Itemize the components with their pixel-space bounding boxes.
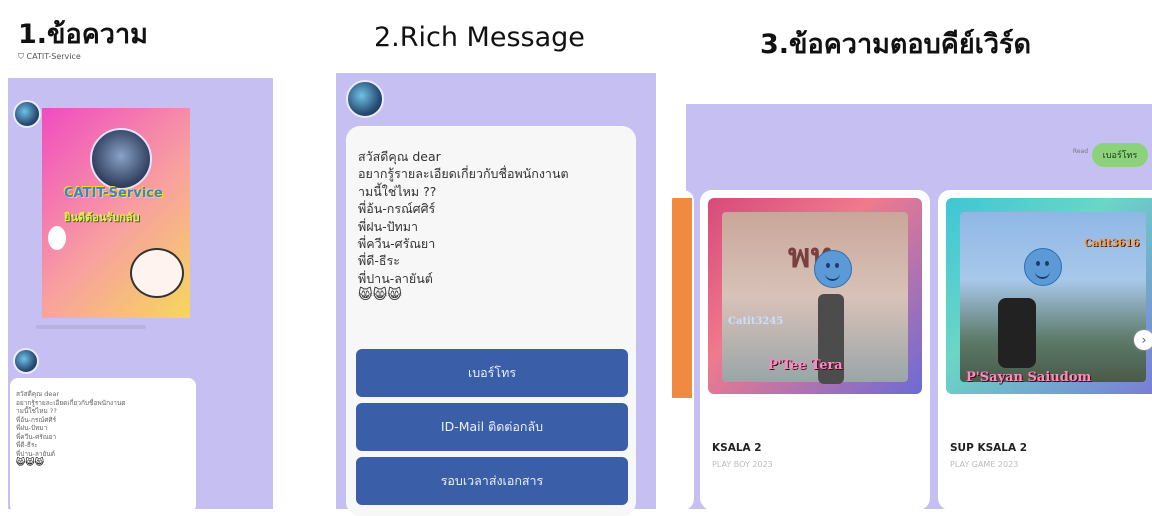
ghost-cat-icon — [48, 226, 66, 250]
photo-tag: Catit3616 — [1084, 238, 1140, 249]
message-line: พี่ควีน-ศรัณยา — [16, 432, 57, 441]
carousel-card[interactable]: พท Catit3245 P'Tee Tera KSALA 2 PLAY BOY… — [700, 190, 930, 510]
text-message-bubble: สวัสดีคุณ dear อยากรู้รายละเอียดเกี่ยวกั… — [10, 378, 196, 513]
banner-brand-text: CATIT-Service — [64, 186, 163, 201]
bot-avatar — [346, 80, 384, 118]
read-status — [36, 322, 156, 332]
message-line: พี่อ้น-กรณ์ศศิร์ — [358, 201, 436, 217]
card-title: SUP KSALA 2 — [950, 442, 1028, 454]
bot-avatar — [13, 348, 39, 374]
cat-mascot-icon — [90, 128, 152, 190]
message-line: อยากรู้รายละเอียดเกี่ยวกับชื่อพนักงานต — [16, 398, 126, 407]
cat-emoji-row: 😸😸😸 — [358, 287, 402, 304]
bot-avatar — [13, 100, 41, 128]
card-subtitle: PLAY BOY 2023 — [712, 460, 773, 469]
message-line: พี่ดี-ธีระ — [16, 441, 38, 449]
message-line: สวัสดีคุณ dear — [16, 390, 60, 398]
title-rich-message: 2.Rich Message — [374, 22, 585, 53]
welcome-banner-image[interactable]: CATIT-Service ยินดีต้อนรับกลับ — [42, 108, 190, 318]
banner-welcome-text: ยินดีต้อนรับกลับ — [64, 211, 140, 224]
message-line: ามนี้ใช่ไหม ?? — [358, 183, 437, 199]
phone-number-button[interactable]: เบอร์โทร — [356, 349, 628, 397]
face-blur-icon — [1024, 248, 1062, 286]
photo-tag: Catit3245 — [728, 316, 784, 327]
photo-caption: P'Sayan Saiudom — [966, 370, 1092, 385]
carousel-card-prev[interactable] — [672, 190, 694, 510]
message-line: ามนี้ใช่ไหม ?? — [16, 407, 57, 415]
card-subtitle: PLAY GAME 2023 — [950, 460, 1019, 469]
message-line: พี่ควีน-ศรัณยา — [358, 236, 436, 252]
message-line: พี่ฝน-ปัทมา — [16, 424, 48, 432]
message-line: พี่อ้น-กรณ์ศศิร์ — [16, 415, 57, 424]
keyword-user-message: เบอร์โทร — [1092, 143, 1148, 167]
message-line: สวัสดีคุณ dear — [358, 149, 441, 164]
title-text-message: 1.ข้อความ — [18, 19, 148, 50]
chat-header: ⛉ CATIT-Service — [18, 52, 81, 62]
title-keyword-reply: 3.ข้อความตอบคีย์เวิร์ด — [760, 29, 1032, 60]
message-line: พี่ปาน-ลายันต์ — [358, 270, 433, 286]
document-schedule-button[interactable]: รอบเวลาส่งเอกสาร — [356, 457, 628, 505]
read-receipt: Read — [1072, 148, 1088, 155]
card-title: KSALA 2 — [712, 442, 762, 454]
chat-header-title: CATIT-Service — [26, 52, 81, 61]
photo-caption: P'Tee Tera — [768, 358, 843, 373]
carousel-card[interactable]: Catit3616 P'Sayan Saiudom SUP KSALA 2 PL… — [938, 190, 1152, 510]
id-mail-contact-button[interactable]: ID-Mail ติดต่อกลับ — [356, 403, 628, 451]
message-line: พี่ดี-ธีระ — [358, 253, 400, 269]
card-photo: Catit3616 P'Sayan Saiudom — [946, 198, 1152, 394]
message-line: พี่ปาน-ลายันต์ — [16, 449, 55, 458]
card-photo: พท Catit3245 P'Tee Tera — [708, 198, 922, 394]
carousel-next-chevron-icon[interactable]: › — [1134, 330, 1152, 350]
face-blur-icon — [814, 250, 852, 288]
cat-sticker-icon — [130, 248, 184, 298]
message-line: อยากรู้รายละเอียดเกี่ยวกับชื่อพนักงานต — [358, 166, 569, 182]
cat-emoji-row: 😸😸😸 — [16, 458, 45, 468]
message-line: พี่ฝน-ปัทมา — [358, 218, 419, 234]
shield-icon: ⛉ — [18, 52, 27, 61]
